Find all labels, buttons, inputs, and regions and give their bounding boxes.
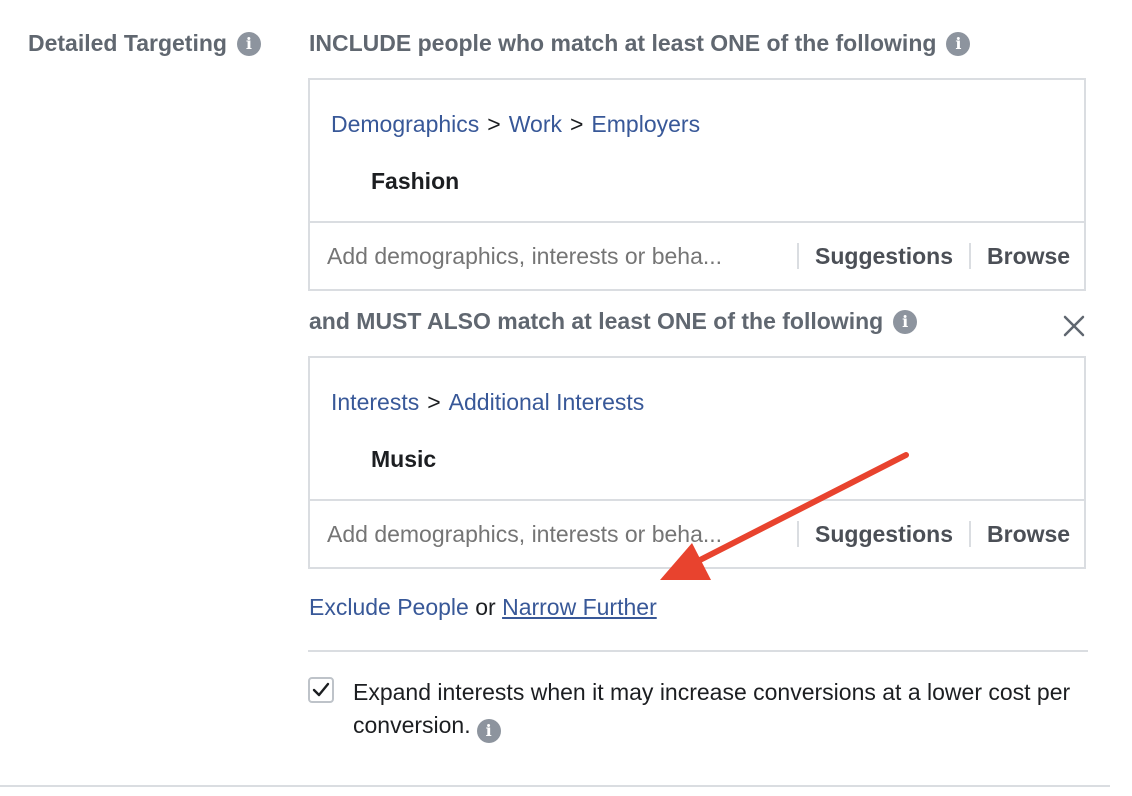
divider: [797, 243, 799, 269]
breadcrumb-separator: >: [569, 111, 584, 137]
section-label-text: Detailed Targeting: [28, 30, 227, 56]
browse-button[interactable]: Browse: [987, 243, 1070, 270]
info-icon[interactable]: i: [476, 719, 501, 743]
box-footer: Suggestions Browse: [310, 499, 1084, 567]
expand-interests-checkbox[interactable]: [308, 677, 334, 703]
targeting-item-music[interactable]: Music: [371, 446, 436, 473]
divider: [797, 521, 799, 547]
breadcrumb-separator: >: [487, 111, 501, 137]
breadcrumb-additional-interests[interactable]: Additional Interests: [449, 389, 645, 415]
include-targeting-box: Demographics > Work > Employers Fashion Sugg…: [308, 78, 1086, 291]
info-icon[interactable]: i: [893, 309, 918, 334]
divider: [308, 650, 1088, 652]
exclude-people-link[interactable]: Exclude People: [309, 594, 469, 620]
close-icon[interactable]: [1061, 313, 1087, 339]
must-also-header-text: and MUST ALSO match at least ONE of the …: [309, 308, 884, 334]
breadcrumb-demographics[interactable]: Demographics: [331, 111, 479, 137]
targeting-search-input[interactable]: [327, 242, 781, 270]
breadcrumb-work[interactable]: Work: [509, 111, 562, 137]
expand-interests-label: Expand interests when it may increase co…: [353, 676, 1073, 743]
divider: [969, 243, 972, 269]
breadcrumb: Demographics > Work > Employers: [331, 111, 700, 138]
divider: [969, 521, 972, 547]
narrow-further-link[interactable]: Narrow Further: [502, 594, 657, 620]
browse-button[interactable]: Browse: [987, 521, 1070, 548]
bottom-divider: [0, 785, 1110, 787]
box-footer: Suggestions Browse: [310, 221, 1084, 289]
targeting-actions: Exclude People or Narrow Further: [309, 594, 657, 621]
breadcrumb-separator: >: [427, 389, 441, 415]
include-header: INCLUDE people who match at least ONE of…: [309, 30, 971, 57]
suggestions-button[interactable]: Suggestions: [815, 243, 953, 270]
detailed-targeting-panel: Detailed Targeting i INCLUDE people who …: [0, 0, 1132, 796]
targeting-search-input[interactable]: [327, 520, 781, 548]
include-header-text: INCLUDE people who match at least ONE of…: [309, 30, 937, 56]
expand-interests-text: Expand interests when it may increase co…: [353, 679, 1071, 738]
targeting-item-fashion[interactable]: Fashion: [371, 168, 459, 195]
must-also-targeting-box: Interests > Additional Interests Music Sug…: [308, 356, 1086, 569]
breadcrumb-employers[interactable]: Employers: [591, 111, 700, 137]
breadcrumb: Interests > Additional Interests: [331, 389, 644, 416]
suggestions-button[interactable]: Suggestions: [815, 521, 953, 548]
must-also-header: and MUST ALSO match at least ONE of the …: [309, 308, 918, 335]
section-label: Detailed Targeting i: [28, 30, 261, 57]
info-icon[interactable]: i: [946, 31, 971, 56]
checkmark-icon: [312, 682, 330, 697]
breadcrumb-interests[interactable]: Interests: [331, 389, 419, 415]
or-text: or: [475, 594, 496, 620]
info-icon[interactable]: i: [236, 31, 261, 56]
